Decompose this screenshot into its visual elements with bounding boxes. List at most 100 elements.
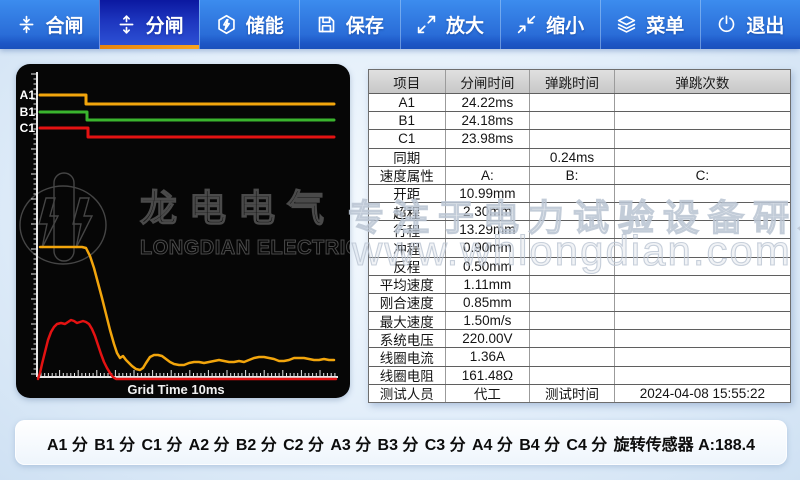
table-row: 反程0.50mm	[369, 257, 790, 275]
table-cell	[615, 276, 790, 293]
toolbar-button-close[interactable]: 合闸	[0, 0, 99, 49]
table-row: 测试人员代工测试时间2024-04-08 15:55:22	[369, 384, 790, 402]
toolbar-button-label: 退出	[746, 11, 784, 38]
exit-icon	[716, 14, 737, 35]
table-cell: 13.29mm	[446, 221, 531, 238]
toolbar-button-label: 菜单	[646, 11, 684, 38]
phase-status-item: A4 分	[472, 431, 513, 455]
status-bar: A1 分B1 分C1 分A2 分B2 分C2 分A3 分B3 分C3 分A4 分…	[15, 420, 787, 465]
table-cell: 冲程	[369, 239, 446, 256]
phase-status-item: A1 分	[47, 431, 88, 455]
table-row: 线圈电流1.36A	[369, 347, 790, 365]
table-row: 行程13.29mm	[369, 220, 790, 238]
table-header-cell: 弹跳时间	[530, 70, 615, 93]
table-cell: 刚合速度	[369, 294, 446, 311]
table-row: 线圈电阻161.48Ω	[369, 366, 790, 384]
table-cell	[530, 130, 615, 147]
table-cell	[615, 239, 790, 256]
trace-label-A1: A1	[20, 88, 36, 102]
table-cell	[530, 348, 615, 365]
table-cell: 同期	[369, 149, 446, 166]
table-cell: A:	[446, 167, 531, 184]
table-cell	[615, 185, 790, 202]
rotation-sensor-reading: 旋转传感器 A:188.4	[614, 431, 755, 455]
table-header-cell: 项目	[369, 70, 446, 93]
toolbar-button-label: 放大	[446, 11, 484, 38]
table-cell: 系统电压	[369, 330, 446, 347]
table-cell: 2.30mm	[446, 203, 531, 220]
table-header-row: 项目分闸时间弹跳时间弹跳次数	[369, 70, 790, 93]
toolbar-button-exit[interactable]: 退出	[700, 0, 800, 49]
waveform-chart-panel: 龙电电气LONGDIAN ELECTRICA1B1C1Grid Time 10m…	[16, 64, 350, 398]
table-cell: 0.50mm	[446, 258, 531, 275]
phase-status-item: A3 分	[330, 431, 371, 455]
table-cell: 0.24ms	[530, 149, 615, 166]
table-row: C123.98ms	[369, 129, 790, 147]
table-cell	[615, 312, 790, 329]
trace-label-B1: B1	[20, 105, 36, 119]
waveform-chart: 龙电电气LONGDIAN ELECTRICA1B1C1Grid Time 10m…	[16, 64, 350, 398]
table-row: 同期 0.24ms	[369, 148, 790, 166]
longdian-logo-watermark	[20, 173, 106, 264]
table-cell	[615, 149, 790, 166]
zoom-out-icon	[516, 14, 537, 35]
table-cell	[530, 312, 615, 329]
table-row: 冲程0.90mm	[369, 238, 790, 256]
phase-status-item: C2 分	[283, 431, 324, 455]
trace-travel-curve	[40, 247, 334, 370]
table-cell: 行程	[369, 221, 446, 238]
table-cell: 23.98ms	[446, 130, 531, 147]
toolbar-button-label: 保存	[346, 11, 384, 38]
trace-B1	[40, 112, 334, 120]
table-cell: 10.99mm	[446, 185, 531, 202]
phase-status-item: A2 分	[189, 431, 230, 455]
table-cell	[530, 258, 615, 275]
table-cell	[530, 203, 615, 220]
table-cell: 超程	[369, 203, 446, 220]
menu-icon	[616, 14, 637, 35]
phase-status-item: C4 分	[566, 431, 607, 455]
toolbar-button-zoom-in[interactable]: 放大	[400, 0, 500, 49]
table-cell	[530, 330, 615, 347]
table-cell	[530, 112, 615, 129]
table-cell: 速度属性	[369, 167, 446, 184]
results-table: 项目分闸时间弹跳时间弹跳次数A124.22msB124.18msC123.98m…	[368, 69, 791, 403]
phase-status-item: B1 分	[94, 431, 135, 455]
table-cell: 2024-04-08 15:55:22	[615, 385, 790, 402]
toolbar-button-save[interactable]: 保存	[299, 0, 399, 49]
table-cell	[530, 239, 615, 256]
table-cell: 161.48Ω	[446, 367, 531, 384]
grid-time-label: Grid Time 10ms	[127, 382, 224, 397]
toolbar-button-charge[interactable]: 储能	[199, 0, 299, 49]
table-cell	[530, 367, 615, 384]
phase-status-item: B2 分	[236, 431, 277, 455]
table-cell: 0.90mm	[446, 239, 531, 256]
table-row: 系统电压220.00V	[369, 329, 790, 347]
table-row: 速度属性A:B:C:	[369, 166, 790, 184]
table-cell: 代工	[446, 385, 531, 402]
toolbar: 合闸分闸储能 保存 放大 缩小 菜单 退出	[0, 0, 800, 49]
table-cell	[615, 130, 790, 147]
table-cell	[615, 203, 790, 220]
table-cell	[615, 258, 790, 275]
toolbar-button-open[interactable]: 分闸	[99, 0, 199, 49]
table-cell: A1	[369, 94, 446, 111]
toolbar-button-zoom-out[interactable]: 缩小	[500, 0, 600, 49]
phase-status-item: B3 分	[378, 431, 419, 455]
trace-label-C1: C1	[20, 121, 36, 135]
table-cell: C:	[615, 167, 790, 184]
table-row: A124.22ms	[369, 93, 790, 111]
table-row: 开距10.99mm	[369, 184, 790, 202]
table-cell	[530, 185, 615, 202]
table-row: 平均速度1.11mm	[369, 275, 790, 293]
save-icon	[316, 14, 337, 35]
table-cell: 反程	[369, 258, 446, 275]
table-cell: 220.00V	[446, 330, 531, 347]
table-cell	[530, 276, 615, 293]
trace-A1	[40, 95, 334, 104]
table-cell	[615, 221, 790, 238]
phase-status-item: C3 分	[425, 431, 466, 455]
table-cell: 1.11mm	[446, 276, 531, 293]
toolbar-button-menu[interactable]: 菜单	[600, 0, 700, 49]
toolbar-button-label: 缩小	[546, 11, 584, 38]
